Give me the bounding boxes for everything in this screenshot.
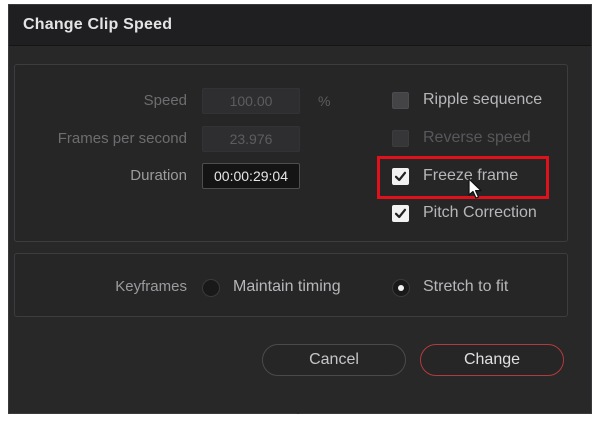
pitch-correction-checkbox[interactable] xyxy=(392,205,409,222)
mouse-pointer-icon xyxy=(468,178,482,199)
reverse-speed-label: Reverse speed xyxy=(423,129,531,146)
keyframes-label: Keyframes xyxy=(115,278,187,295)
stretch-to-fit-label[interactable]: Stretch to fit xyxy=(423,278,508,296)
checkmark-icon xyxy=(394,208,407,219)
change-button[interactable]: Change xyxy=(420,344,564,376)
dialog-titlebar[interactable]: Change Clip Speed xyxy=(9,5,591,46)
maintain-timing-label[interactable]: Maintain timing xyxy=(233,278,341,296)
pitch-correction-label[interactable]: Pitch Correction xyxy=(423,204,537,222)
fps-label: Frames per second xyxy=(57,130,187,147)
ripple-sequence-checkbox[interactable] xyxy=(392,92,409,109)
freeze-frame-highlight-box xyxy=(377,156,549,199)
duration-field[interactable]: 00:00:29:04 xyxy=(202,163,300,189)
dialog-anchor-arrow-icon xyxy=(286,405,310,414)
speed-label: Speed xyxy=(143,92,187,109)
speed-unit: % xyxy=(318,93,331,109)
dialog-title: Change Clip Speed xyxy=(23,16,173,33)
ripple-sequence-label[interactable]: Ripple sequence xyxy=(423,91,542,109)
maintain-timing-radio[interactable] xyxy=(202,279,220,297)
reverse-speed-checkbox xyxy=(392,130,409,147)
stretch-to-fit-radio[interactable] xyxy=(392,279,410,297)
speed-field: 100.00 xyxy=(202,88,300,114)
cancel-button[interactable]: Cancel xyxy=(262,344,406,376)
fps-field: 23.976 xyxy=(202,126,300,152)
duration-label: Duration xyxy=(130,167,187,184)
